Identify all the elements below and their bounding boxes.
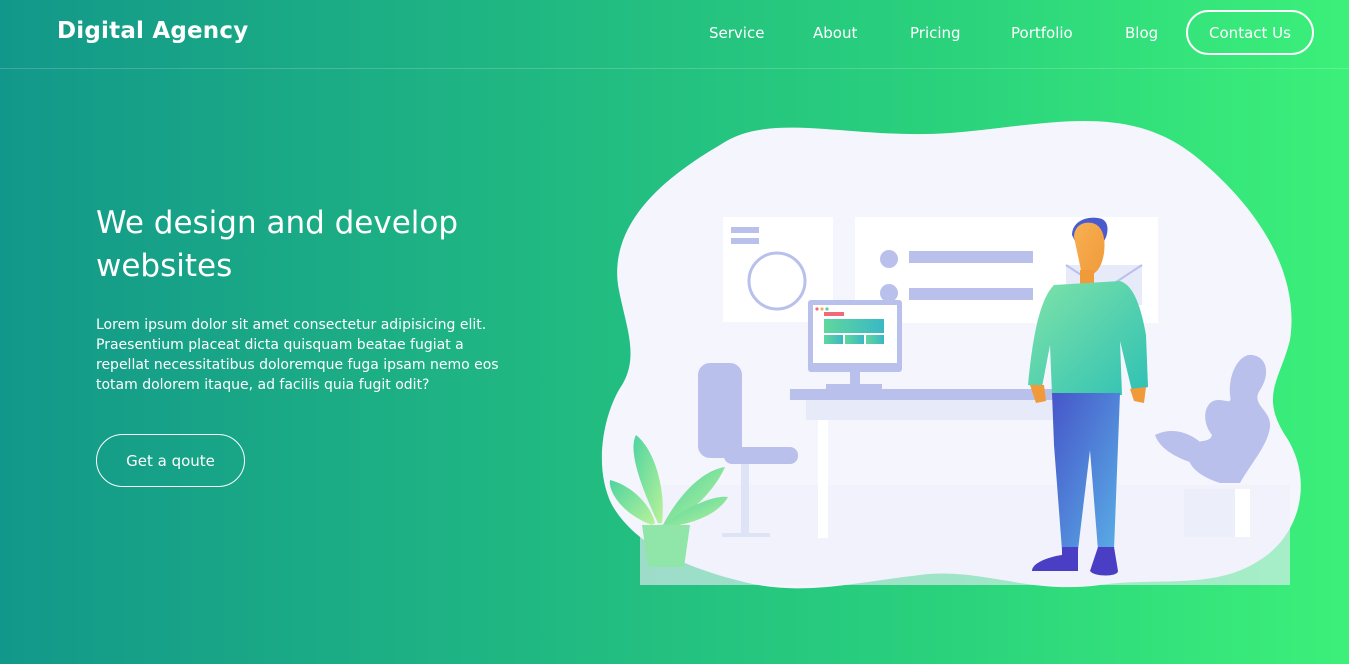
screen-tile-3 <box>866 335 884 344</box>
nav-link-portfolio[interactable]: Portfolio <box>1011 24 1073 42</box>
screen-tile-2 <box>845 335 864 344</box>
monitor-base <box>826 384 882 389</box>
screen-header-bar <box>824 312 844 316</box>
window-dot-2 <box>820 307 824 311</box>
nav-link-about[interactable]: About <box>813 24 857 42</box>
screen-tile-1 <box>824 335 843 344</box>
nav-link-service[interactable]: Service <box>709 24 764 42</box>
bullet-1 <box>880 250 898 268</box>
plant-right-pot-shadow <box>1235 489 1250 537</box>
chair-back <box>698 363 742 458</box>
panel-line-2 <box>731 238 759 244</box>
desk-leg <box>818 420 828 538</box>
window-dot-1 <box>815 307 819 311</box>
bullet-line-1 <box>909 251 1033 263</box>
hero-illustration <box>601 120 1301 589</box>
brand-logo[interactable]: Digital Agency <box>57 18 248 44</box>
bullet-2 <box>880 284 898 302</box>
contact-us-button[interactable]: Contact Us <box>1186 10 1314 55</box>
monitor-stand <box>850 372 860 384</box>
chair-seat <box>724 447 798 464</box>
window-dot-3 <box>825 307 829 311</box>
person-neck <box>1080 270 1094 284</box>
panel-line-1 <box>731 227 759 233</box>
hero-title: We design and develop websites <box>96 205 459 284</box>
desk-front <box>806 400 1066 420</box>
bullet-line-2 <box>909 288 1033 300</box>
screen-banner <box>824 319 884 333</box>
chair-leg <box>741 464 749 536</box>
hero-description: Lorem ipsum dolor sit amet consectetur a… <box>96 317 499 393</box>
chair-base <box>722 533 770 537</box>
get-quote-button[interactable]: Get a qoute <box>96 434 245 487</box>
plant-pot <box>642 525 690 567</box>
nav-link-blog[interactable]: Blog <box>1125 24 1158 42</box>
nav-link-pricing[interactable]: Pricing <box>910 24 961 42</box>
top-navbar: Digital Agency Service About Pricing Por… <box>0 0 1349 69</box>
